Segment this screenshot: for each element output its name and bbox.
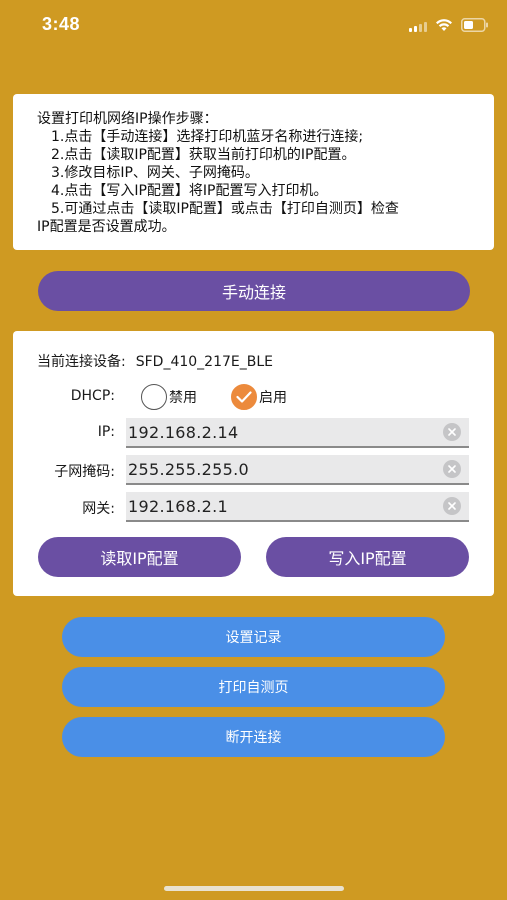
status-bar: 3:48 [0,0,507,50]
clear-icon[interactable] [443,423,461,441]
home-indicator[interactable] [164,886,344,891]
clear-icon[interactable] [443,497,461,515]
subnet-mask-label: 子网掩码: [54,464,115,480]
dhcp-enable-radio[interactable]: 启用 [231,383,287,411]
ip-label: IP: [97,424,115,440]
instruction-step-1: 1.点击【手动连接】选择打印机蓝牙名称进行连接; [51,129,364,145]
ip-config-card: 当前连接设备: SFD_410_217E_BLE DHCP: 禁用 启用 IP: … [13,331,494,596]
current-device-name: SFD_410_217E_BLE [135,354,273,370]
ip-row: IP: [13,418,494,448]
current-device-label: 当前连接设备: [37,354,126,370]
instruction-step-5: 5.可通过点击【读取IP配置】或点击【打印自测页】检查 [51,201,399,217]
write-ip-config-button[interactable]: 写入IP配置 [266,537,469,577]
ip-input[interactable] [128,422,428,442]
instruction-step-5-continued: IP配置是否设置成功。 [37,219,176,235]
manual-connect-button[interactable]: 手动连接 [38,271,470,311]
signal-icon [409,18,427,32]
dhcp-enable-label: 启用 [259,390,287,406]
read-ip-config-button[interactable]: 读取IP配置 [38,537,241,577]
clear-icon[interactable] [443,460,461,478]
gateway-label: 网关: [82,501,115,517]
instruction-step-2: 2.点击【读取IP配置】获取当前打印机的IP配置。 [51,147,356,163]
instruction-step-4: 4.点击【写入IP配置】将IP配置写入打印机。 [51,183,328,199]
current-device-row: 当前连接设备: SFD_410_217E_BLE [37,351,273,371]
radio-unchecked-icon [141,384,167,410]
subnet-mask-field [126,455,469,485]
instruction-step-3: 3.修改目标IP、网关、子网掩码。 [51,165,259,181]
wifi-icon [435,18,453,32]
dhcp-disable-label: 禁用 [169,390,197,406]
status-time: 3:48 [42,14,81,34]
gateway-input[interactable] [128,496,428,516]
instructions-card: 设置打印机网络IP操作步骤： 1.点击【手动连接】选择打印机蓝牙名称进行连接; … [13,94,494,250]
subnet-mask-input[interactable] [128,459,428,479]
subnet-mask-row: 子网掩码: [13,455,494,485]
dhcp-label: DHCP: [70,388,115,404]
gateway-row: 网关: [13,492,494,522]
ip-field [126,418,469,448]
battery-icon [461,18,489,32]
checkmark-icon [231,384,257,410]
dhcp-disable-radio[interactable]: 禁用 [141,383,197,411]
print-self-test-button[interactable]: 打印自测页 [62,667,445,707]
gateway-field [126,492,469,522]
dhcp-row: DHCP: 禁用 启用 [13,383,494,411]
instructions-title: 设置打印机网络IP操作步骤： [37,111,218,127]
settings-records-button[interactable]: 设置记录 [62,617,445,657]
disconnect-button[interactable]: 断开连接 [62,717,445,757]
status-icons [409,15,489,35]
